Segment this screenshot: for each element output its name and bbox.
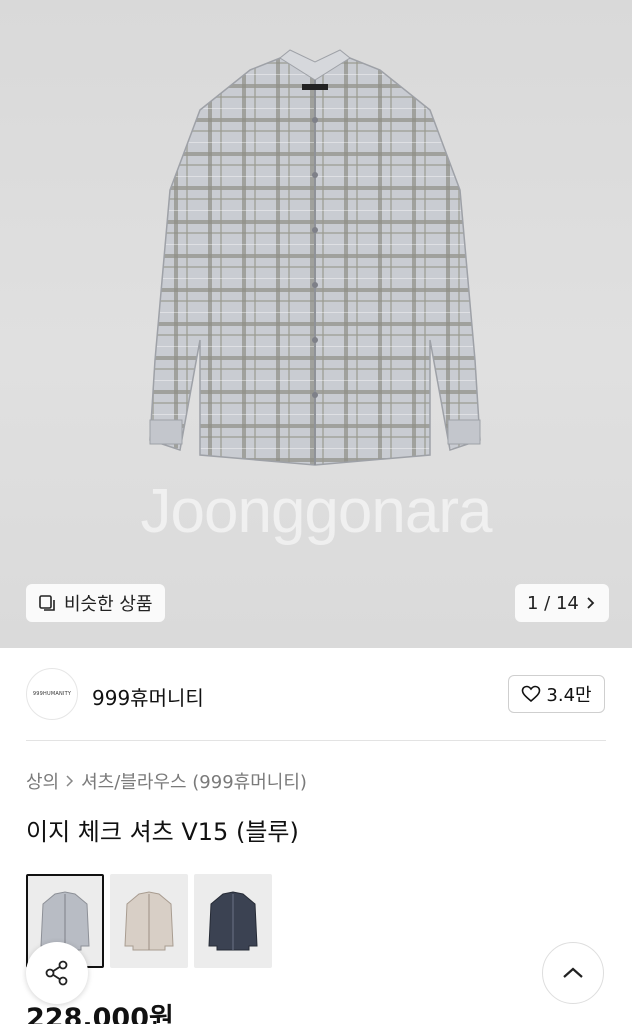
chevron-right-icon [66,775,74,787]
scroll-top-button[interactable] [542,942,604,1004]
share-button[interactable] [26,942,88,1004]
color-option-thumbnail[interactable] [110,874,188,968]
breadcrumb: 상의 셔츠/블라우스 (999휴머니티) [26,768,307,794]
breadcrumb-category[interactable]: 상의 [26,768,59,794]
product-title: 이지 체크 셔츠 V15 (블루) [26,818,299,846]
like-button[interactable]: 3.4만 [508,675,605,713]
similar-products-button[interactable]: 비슷한 상품 [26,584,165,622]
watermark: Joonggonara [140,477,493,546]
seller-name[interactable]: 999휴머니티 [92,682,204,711]
product-price: 228,000원 [26,1003,174,1024]
breadcrumb-subcategory[interactable]: 셔츠/블라우스 (999휴머니티) [81,768,307,794]
heart-icon [522,685,541,703]
chevron-right-icon [587,597,595,609]
similar-products-label: 비슷한 상품 [64,594,153,615]
seller-row: 999HUMANITY 999휴머니티 3.4만 [0,648,632,740]
image-counter: 1 / 14 [527,592,579,614]
shirt-thumbnail-icon [124,891,174,951]
seller-avatar[interactable]: 999HUMANITY [26,668,78,720]
like-count: 3.4만 [546,685,592,706]
divider [26,740,606,741]
image-pager[interactable]: 1 / 14 [515,584,609,622]
color-option-thumbnail[interactable] [194,874,272,968]
product-image-carousel[interactable]: Joonggonara 비슷한 상품 1 / 14 [0,0,632,648]
shirt-thumbnail-icon [208,891,258,951]
share-icon [45,960,68,986]
product-photo [149,49,481,466]
copy-icon [39,595,55,611]
chevron-up-icon [563,967,583,978]
avatar-logo-text: 999HUMANITY [32,691,72,697]
